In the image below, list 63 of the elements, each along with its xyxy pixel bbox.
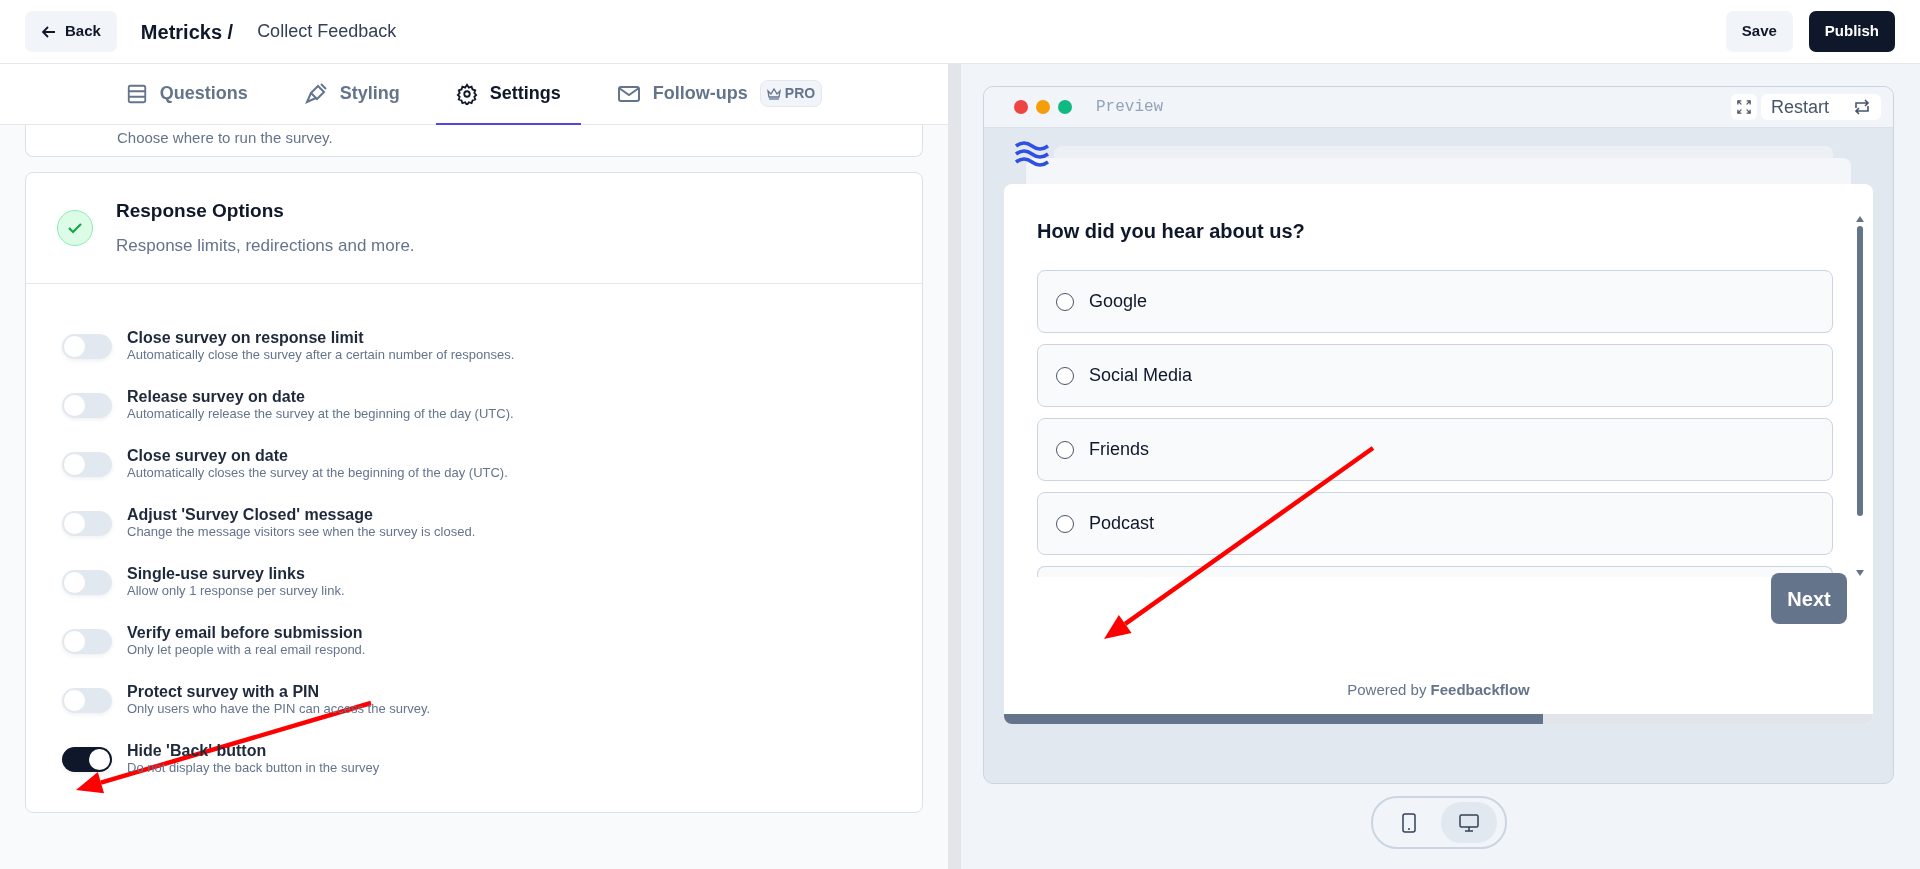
window-dot (1036, 100, 1050, 114)
arrow-left-icon (41, 23, 57, 40)
crown-icon (766, 87, 781, 100)
tab[interactable]: Questions (105, 64, 268, 125)
phone-icon (1401, 812, 1416, 833)
toggle-switch[interactable] (62, 510, 112, 536)
project-name: Metricks / (140, 19, 234, 45)
list-icon (125, 82, 148, 105)
option-title: Close survey on response limit (127, 327, 365, 348)
option-title: Release survey on date (127, 386, 306, 407)
restart-button[interactable]: Restart (1760, 94, 1881, 120)
radio-button[interactable] (1056, 292, 1074, 311)
toggle-switch[interactable] (62, 746, 112, 772)
tab[interactable]: Follow-ups PRO (596, 64, 843, 125)
powered-by-text: Powered by Feedbackflow (1346, 680, 1531, 700)
toggle-switch[interactable] (62, 333, 112, 359)
option-title: Hide 'Back' button (127, 740, 268, 761)
repeat-icon (1853, 99, 1871, 115)
option-title: Close survey on date (127, 445, 289, 466)
back-button[interactable]: Back (25, 11, 117, 52)
toggle-switch[interactable] (62, 392, 112, 418)
option-title: Adjust 'Survey Closed' message (127, 504, 374, 525)
option-description: Automatically closes the survey at the beginning of the day (UTC). (127, 465, 508, 483)
toggle-switch[interactable] (62, 628, 112, 654)
window-dot (1058, 100, 1072, 114)
option-description: Only let people with a real email respond. (127, 642, 366, 660)
section-description: Response limits, redirections and more. (116, 235, 415, 257)
answer-option[interactable]: Social Media (1037, 344, 1833, 407)
next-button[interactable]: Next (1771, 573, 1847, 624)
option-description: Allow only 1 response per survey link. (127, 583, 345, 601)
card-description: Choose where to run the survey. (117, 128, 334, 148)
option-description: Automatically release the survey at the beginning of the day (UTC). (127, 406, 514, 424)
option-description: Change the message visitors see when the survey is closed. (127, 524, 476, 542)
answer-option[interactable]: Google (1037, 270, 1833, 333)
expand-icon (1736, 99, 1751, 115)
question-text: How did you hear about us? (1037, 219, 1306, 244)
option-description: Automatically close the survey after a certain number of responses. (127, 347, 515, 365)
toggle-switch[interactable] (62, 451, 112, 477)
radio-button[interactable] (1056, 366, 1074, 385)
window-dot (1014, 100, 1028, 114)
expand-button[interactable] (1730, 94, 1757, 120)
monitor-icon (1458, 813, 1479, 832)
save-button[interactable]: Save (1725, 11, 1793, 52)
preview-label: Preview (1096, 97, 1164, 118)
section-title: Response Options (116, 198, 285, 223)
tab[interactable]: Styling (283, 64, 420, 125)
survey-title: Collect Feedback (257, 20, 397, 43)
device-button[interactable] (1440, 802, 1497, 843)
toggle-switch[interactable] (62, 687, 112, 713)
radio-button[interactable] (1056, 514, 1074, 533)
publish-button[interactable]: Publish (1808, 11, 1895, 52)
option-title: Verify email before submission (127, 622, 364, 643)
scrollbar[interactable] (948, 64, 961, 869)
answer-option[interactable]: Friends (1037, 418, 1833, 481)
option-title: Single-use survey links (127, 563, 306, 584)
pro-badge: PRO (759, 80, 823, 107)
radio-button[interactable] (1056, 440, 1074, 459)
answer-option[interactable]: Podcast (1037, 492, 1833, 555)
toggle-switch[interactable] (62, 569, 112, 595)
brush-icon (303, 81, 328, 106)
gear-icon (455, 82, 478, 105)
option-title: Protect survey with a PIN (127, 681, 321, 702)
scrollbar[interactable] (1855, 216, 1865, 576)
